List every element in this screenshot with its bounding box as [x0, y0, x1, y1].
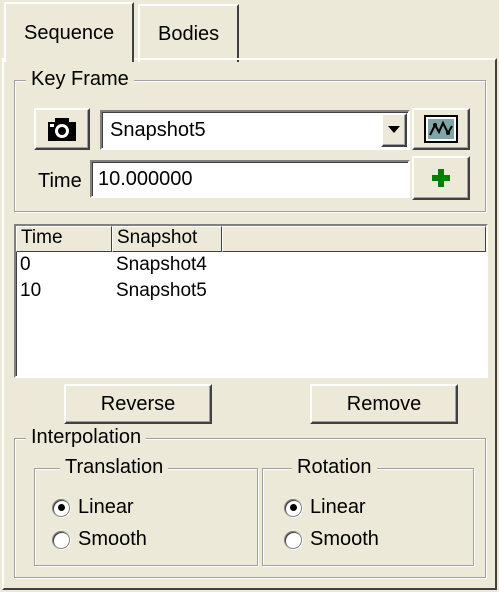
- radio-selected-icon: [284, 498, 302, 517]
- remove-button[interactable]: Remove: [310, 384, 458, 424]
- row-snapshot: Snapshot4: [116, 254, 207, 275]
- rotation-smooth-radio[interactable]: Smooth: [284, 528, 379, 551]
- row-snapshot: Snapshot5: [116, 280, 207, 301]
- translation-legend: Translation: [60, 456, 169, 478]
- tab-bodies[interactable]: Bodies: [138, 4, 240, 62]
- column-header-blank[interactable]: [222, 226, 486, 252]
- radio-unselected-icon: [52, 530, 70, 549]
- rotation-linear-radio[interactable]: Linear: [284, 496, 366, 519]
- tab-sequence[interactable]: Sequence: [4, 2, 135, 62]
- time-label: Time: [38, 170, 82, 192]
- snapshot-select[interactable]: Snapshot5: [100, 110, 410, 150]
- tab-bodies-label: Bodies: [158, 22, 220, 45]
- add-keyframe-button[interactable]: [412, 156, 470, 200]
- radio-unselected-icon: [284, 530, 302, 549]
- view-snapshot-icon: [424, 115, 458, 143]
- row-time: 10: [20, 280, 42, 301]
- reverse-label: Reverse: [100, 392, 176, 415]
- keyframe-list[interactable]: Time Snapshot 0 Snapshot4 10 Snapshot5: [14, 224, 488, 378]
- table-row[interactable]: 0 Snapshot4: [20, 254, 482, 280]
- translation-linear-radio[interactable]: Linear: [52, 496, 134, 519]
- table-row[interactable]: 10 Snapshot5: [20, 280, 482, 306]
- snapshot-select-value: Snapshot5: [110, 119, 206, 141]
- camera-icon: [48, 118, 76, 141]
- chevron-down-icon: [388, 126, 400, 133]
- column-header-time[interactable]: Time: [16, 226, 112, 252]
- remove-label: Remove: [346, 392, 422, 415]
- column-header-snapshot[interactable]: Snapshot: [112, 226, 222, 252]
- rotation-legend: Rotation: [292, 456, 377, 478]
- interpolation-legend: Interpolation: [26, 426, 147, 448]
- add-plus-icon: [432, 169, 450, 187]
- dropdown-button[interactable]: [381, 113, 407, 147]
- time-input-value: 10.000000: [98, 168, 193, 190]
- view-snapshot-button[interactable]: [412, 108, 470, 150]
- radio-selected-icon: [52, 498, 70, 517]
- tab-sequence-label: Sequence: [24, 21, 115, 44]
- reverse-button[interactable]: Reverse: [64, 384, 212, 424]
- time-input[interactable]: 10.000000: [90, 160, 410, 198]
- keyframe-legend: Key Frame: [26, 68, 134, 90]
- snapshot-button[interactable]: [34, 108, 90, 150]
- row-time: 0: [20, 254, 31, 275]
- translation-smooth-radio[interactable]: Smooth: [52, 528, 147, 551]
